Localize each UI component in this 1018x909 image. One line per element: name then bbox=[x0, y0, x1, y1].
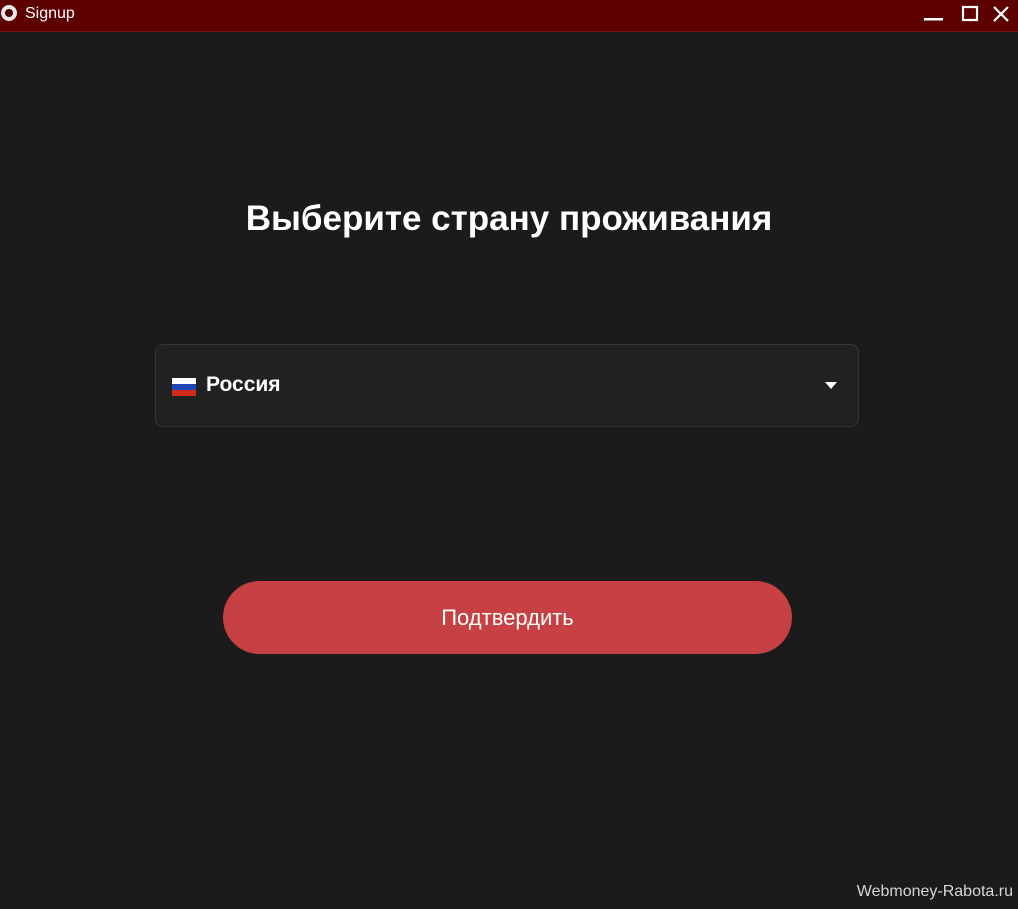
confirm-button[interactable]: Подтвердить bbox=[223, 581, 792, 654]
close-icon bbox=[993, 6, 1009, 22]
page-title: Выберите страну проживания bbox=[245, 199, 773, 238]
window-title: Signup bbox=[25, 5, 75, 22]
minimize-button[interactable] bbox=[918, 0, 948, 30]
maximize-button[interactable] bbox=[954, 0, 984, 30]
selected-country-label: Россия bbox=[206, 373, 281, 396]
title-bar: Signup bbox=[0, 0, 1018, 32]
maximize-icon bbox=[961, 5, 979, 22]
watermark: Webmoney-Rabota.ru bbox=[856, 883, 1013, 900]
minimize-icon bbox=[924, 18, 943, 21]
close-button[interactable] bbox=[986, 0, 1016, 30]
country-select[interactable]: Россия bbox=[155, 344, 859, 427]
russia-flag-icon bbox=[172, 378, 196, 396]
caret-down-icon bbox=[825, 382, 837, 389]
signup-window: Signup Выберите страну проживания Россия bbox=[0, 0, 1018, 909]
app-logo-icon bbox=[1, 5, 17, 21]
